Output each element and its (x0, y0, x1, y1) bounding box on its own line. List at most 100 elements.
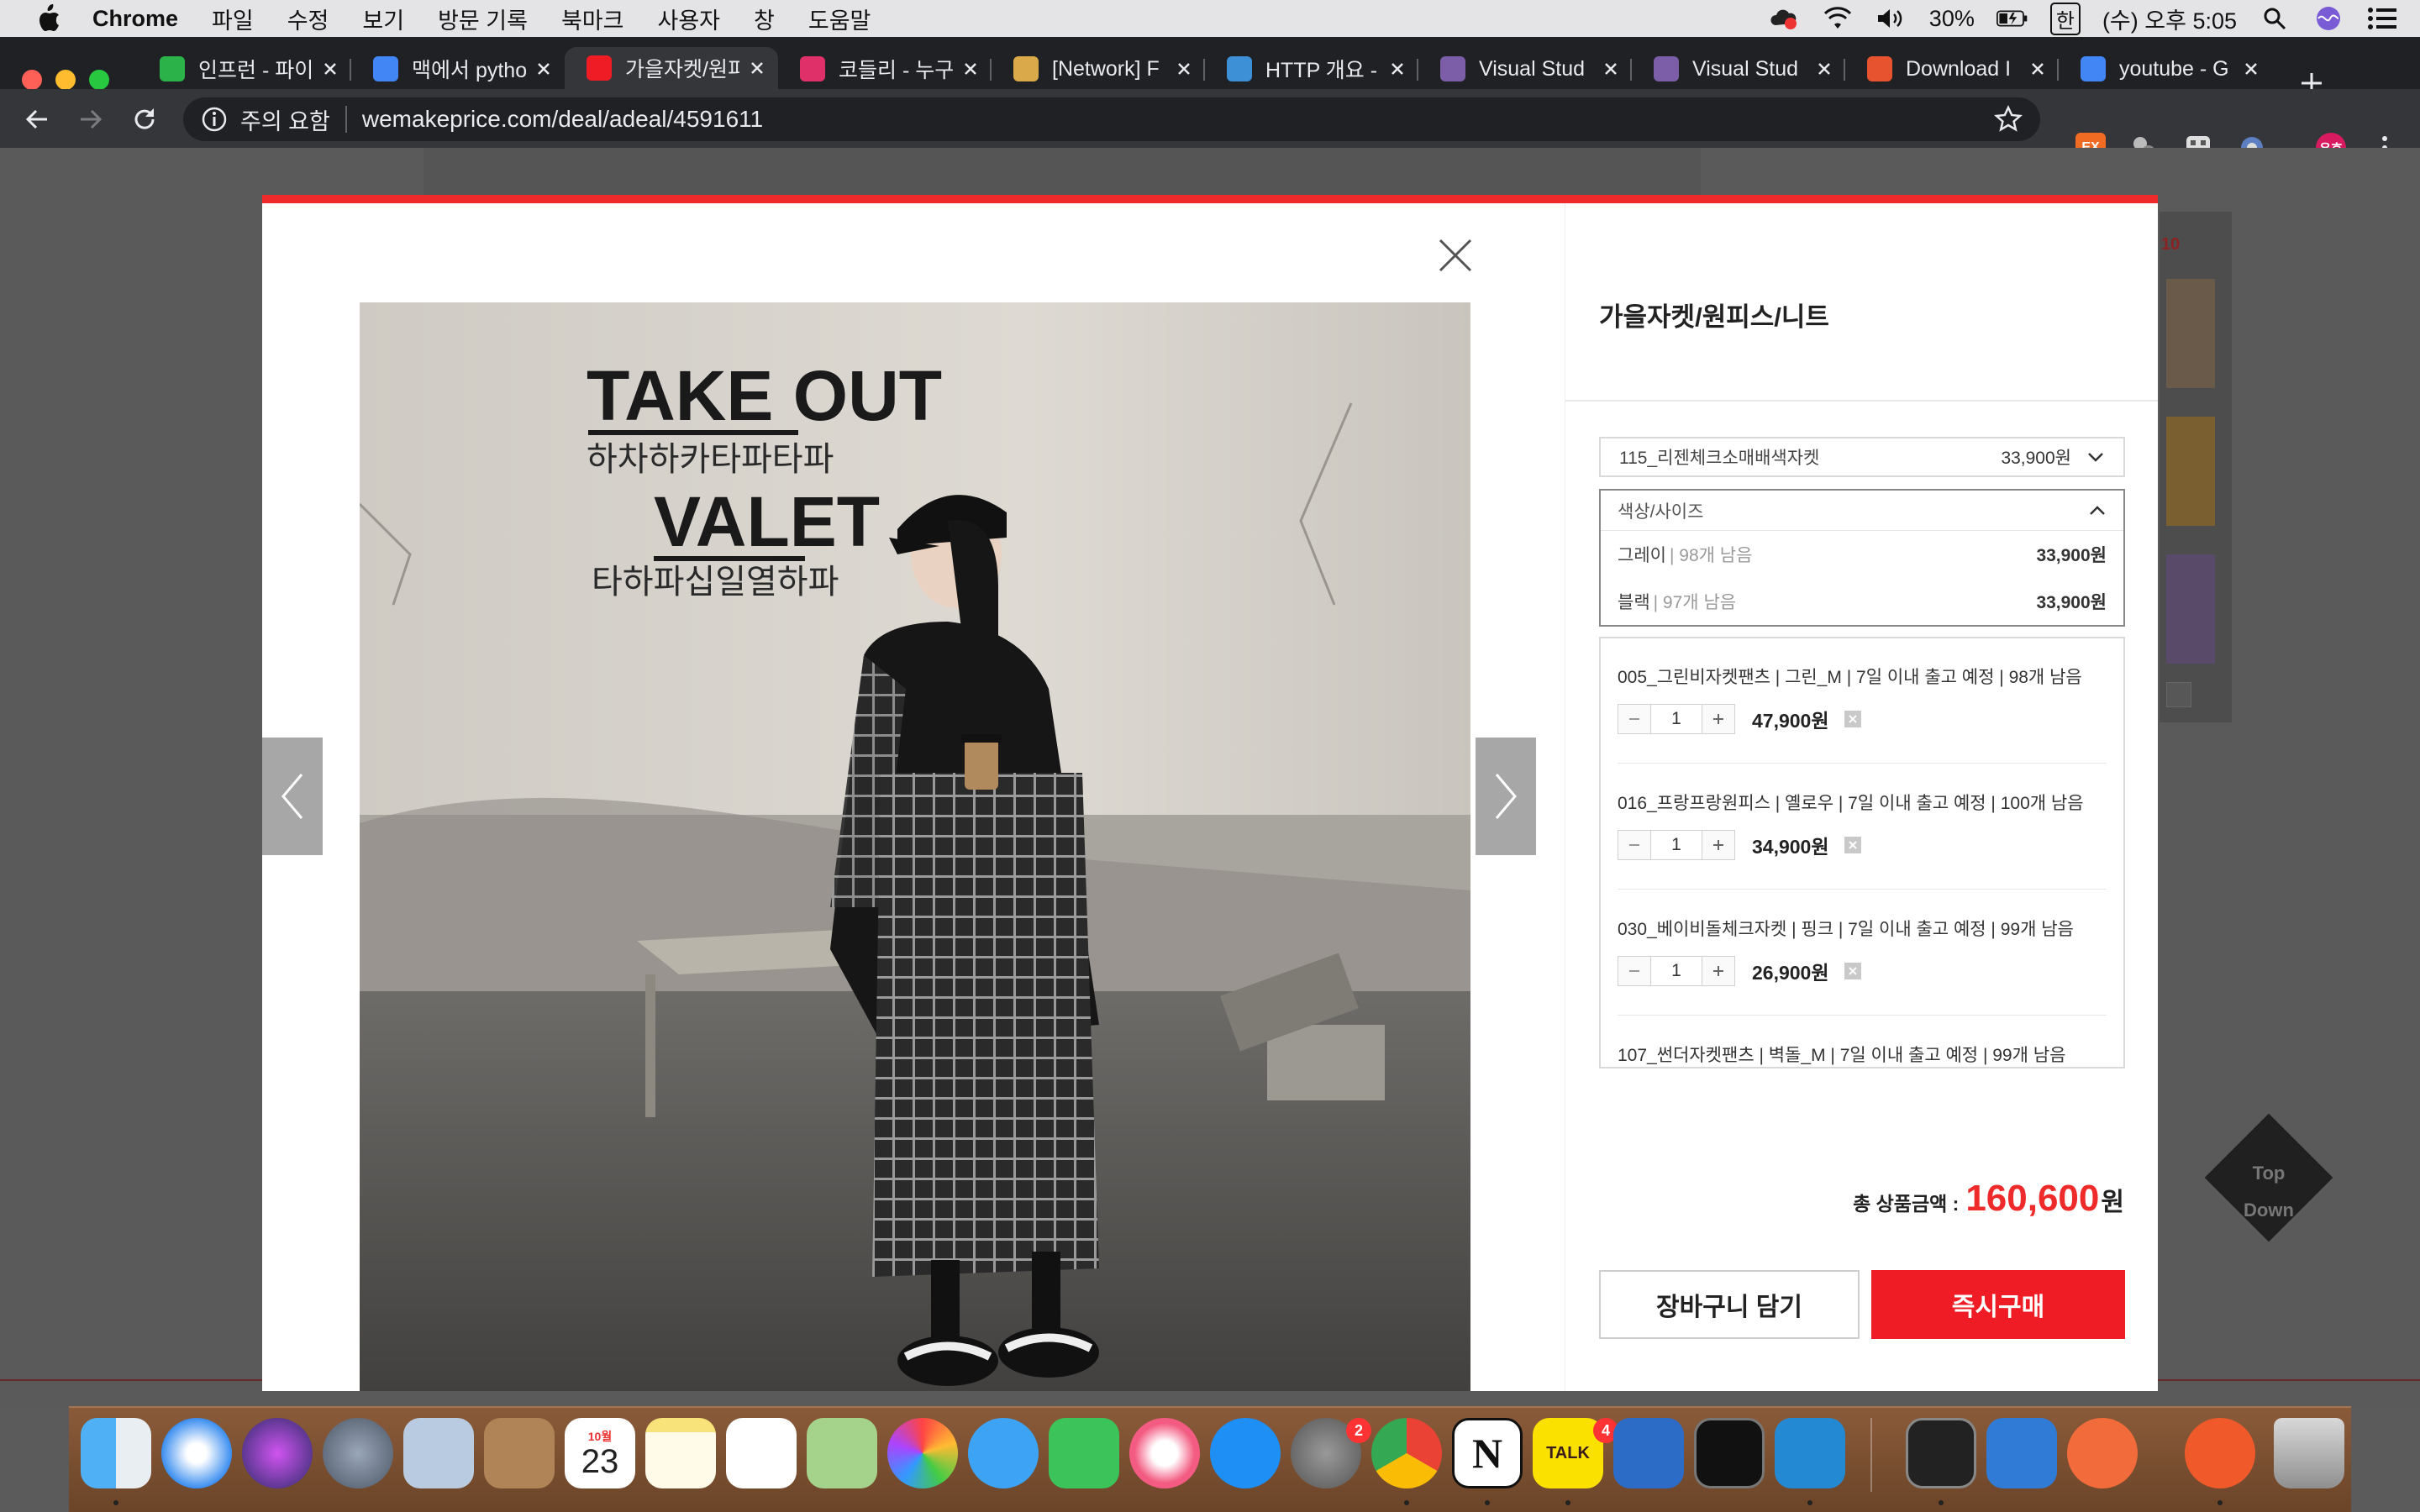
finder-icon[interactable] (81, 1418, 151, 1488)
menu-help[interactable]: 도움말 (808, 3, 871, 35)
option-gray[interactable]: 그레이 | 98개 남음 33,900원 (1601, 531, 2123, 578)
menu-window[interactable]: 창 (754, 3, 775, 35)
window-close-button[interactable] (22, 70, 42, 90)
tab-4[interactable]: [Network] F (992, 49, 1205, 89)
tab-9[interactable]: youtube - G (2059, 49, 2272, 89)
add-to-cart-button[interactable]: 장바구니 담기 (1599, 1270, 1860, 1339)
bookmark-star-icon[interactable] (1993, 104, 2023, 134)
mail-icon[interactable] (403, 1418, 474, 1488)
increment-button[interactable] (1702, 831, 1734, 859)
tab-close-icon[interactable] (2028, 60, 2047, 78)
xcode-icon[interactable] (1613, 1418, 1684, 1488)
side-thumb[interactable] (2166, 554, 2215, 664)
window-zoom-button[interactable] (89, 70, 109, 90)
terminal-icon[interactable] (1906, 1418, 1976, 1488)
side-next-arrow[interactable] (2166, 682, 2191, 707)
remove-item-icon[interactable] (1844, 963, 1861, 979)
menu-bookmarks[interactable]: 북마크 (561, 3, 624, 35)
next-image-button[interactable] (1476, 738, 1536, 855)
url-text[interactable]: wemakeprice.com/deal/adeal/4591611 (362, 106, 763, 133)
buy-now-button[interactable]: 즉시구매 (1871, 1270, 2125, 1339)
tab-close-icon[interactable] (321, 60, 339, 78)
quantity-value[interactable]: 1 (1650, 957, 1702, 985)
increment-button[interactable] (1702, 957, 1734, 985)
music-icon[interactable] (1129, 1418, 1200, 1488)
security-warning-label[interactable]: 주의 요함 (240, 103, 330, 136)
photos-icon[interactable] (887, 1418, 958, 1488)
side-thumb[interactable] (2166, 279, 2215, 388)
increment-button[interactable] (1702, 705, 1734, 733)
back-button[interactable] (18, 101, 55, 138)
menu-file[interactable]: 파일 (212, 3, 254, 35)
tab-close-icon[interactable] (534, 60, 553, 78)
activity-monitor-icon[interactable] (1694, 1418, 1765, 1488)
decrement-button[interactable] (1618, 957, 1650, 985)
tab-1[interactable]: 맥에서 python (351, 49, 565, 89)
notion-icon[interactable]: N (1452, 1418, 1523, 1488)
decrement-button[interactable] (1618, 705, 1650, 733)
color-size-select[interactable]: 색상/사이즈 그레이 | 98개 남음 33,900원 블랙 | 97개 남음 … (1599, 489, 2125, 627)
down-label[interactable]: Down (2235, 1200, 2302, 1221)
side-thumb[interactable] (2166, 417, 2215, 526)
tab-close-icon[interactable] (1388, 60, 1407, 78)
facetime-icon[interactable] (1049, 1418, 1119, 1488)
remove-item-icon[interactable] (1844, 711, 1861, 727)
tab-close-icon[interactable] (1815, 60, 1833, 78)
pages-icon[interactable] (2185, 1418, 2255, 1488)
tab-5[interactable]: HTTP 개요 - (1205, 49, 1418, 89)
tab-0[interactable]: 인프런 - 파이 (138, 49, 351, 89)
notification-cloud-icon[interactable] (1768, 6, 1800, 31)
menu-app-chrome[interactable]: Chrome (92, 6, 178, 32)
postman-icon[interactable] (2067, 1418, 2138, 1488)
tab-close-icon[interactable] (961, 60, 980, 78)
product-select[interactable]: 115_리젠체크소매배색자켓 33,900원 (1599, 437, 2125, 477)
siri-icon[interactable] (2312, 6, 2344, 31)
contacts-icon[interactable] (484, 1418, 555, 1488)
reminders-icon[interactable] (726, 1418, 797, 1488)
forward-button[interactable] (72, 101, 109, 138)
selected-items-list[interactable]: 005_그린비자켓팬츠 | 그린_M | 7일 이내 출고 예정 | 98개 남… (1599, 637, 2125, 1068)
prev-image-button[interactable] (262, 738, 323, 855)
hangul-dictionary-icon[interactable] (1986, 1418, 2057, 1488)
tab-3[interactable]: 코들리 - 누구 (778, 49, 992, 89)
reload-button[interactable] (126, 101, 163, 138)
input-source[interactable]: 한 (2049, 2, 2081, 35)
wifi-icon[interactable] (1822, 6, 1854, 31)
app-store-icon[interactable] (1210, 1418, 1281, 1488)
tab-7[interactable]: Visual Stud (1632, 49, 1845, 89)
close-icon[interactable] (1437, 237, 1474, 274)
safari-icon[interactable] (161, 1418, 232, 1488)
site-info-icon[interactable] (200, 105, 229, 134)
launchpad-icon[interactable] (323, 1418, 393, 1488)
tab-2[interactable]: 가을자켓/원피 (565, 47, 778, 89)
spotlight-search-icon[interactable] (2259, 6, 2291, 31)
siri-icon[interactable] (242, 1418, 313, 1488)
tab-8[interactable]: Download I (1845, 49, 2059, 89)
color-size-select-header[interactable]: 색상/사이즈 (1601, 491, 2123, 531)
tab-6[interactable]: Visual Stud (1418, 49, 1632, 89)
quantity-value[interactable]: 1 (1650, 831, 1702, 859)
menu-people[interactable]: 사용자 (657, 3, 720, 35)
battery-icon[interactable] (1996, 6, 2028, 31)
notes-icon[interactable] (645, 1418, 716, 1488)
trash-icon[interactable] (2274, 1418, 2344, 1488)
clock[interactable]: (수) 오후 5:05 (2102, 3, 2237, 35)
remove-item-icon[interactable] (1844, 837, 1861, 853)
volume-icon[interactable] (1876, 6, 1907, 31)
apple-menu-icon[interactable] (32, 2, 66, 35)
maps-icon[interactable] (807, 1418, 877, 1488)
top-label[interactable]: Top (2235, 1163, 2302, 1184)
address-bar[interactable]: 주의 요함 wemakeprice.com/deal/adeal/4591611 (183, 97, 2040, 141)
tab-close-icon[interactable] (2242, 60, 2260, 78)
vscode-icon[interactable] (1775, 1418, 1845, 1488)
tab-close-icon[interactable] (1602, 60, 1620, 78)
menu-history[interactable]: 방문 기록 (438, 3, 528, 35)
tab-close-icon[interactable] (1175, 60, 1193, 78)
quantity-value[interactable]: 1 (1650, 705, 1702, 733)
tab-close-icon[interactable] (748, 59, 766, 77)
option-black[interactable]: 블랙 | 97개 남음 33,900원 (1601, 578, 2123, 625)
notification-center-icon[interactable] (2366, 6, 2398, 31)
menu-edit[interactable]: 수정 (287, 3, 329, 35)
window-minimize-button[interactable] (55, 70, 76, 90)
chrome-icon[interactable] (1371, 1418, 1442, 1488)
